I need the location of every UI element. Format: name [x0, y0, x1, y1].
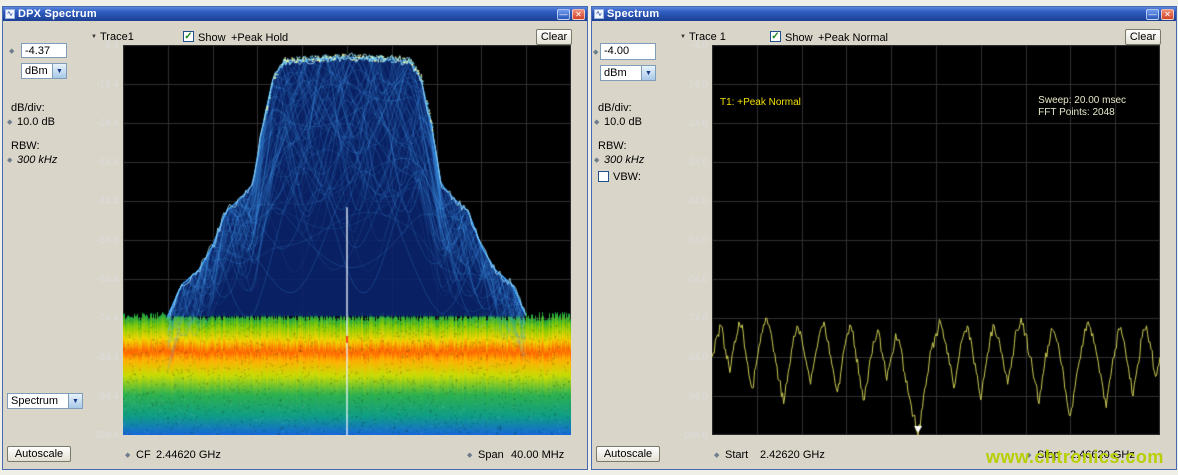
y-axis-label: -104.4 — [91, 430, 119, 441]
y-axis-label: -44.0 — [685, 196, 708, 207]
dpx-titlebar[interactable]: ∿ DPX Spectrum — ✕ — [3, 7, 587, 21]
show-checkbox[interactable]: ✓ — [770, 31, 781, 42]
display-mode-select[interactable]: Spectrum ▼ — [7, 393, 83, 409]
dropdown-arrow-icon: ▼ — [68, 394, 82, 408]
y-axis-label: -34.0 — [685, 157, 708, 168]
anchor-icon: ◆ — [7, 156, 12, 164]
ref-level-field[interactable]: -4.00 — [600, 43, 656, 60]
start-label: Start — [725, 449, 748, 461]
spectrum-titlebar[interactable]: ∿ Spectrum — ✕ — [592, 7, 1176, 21]
rbw-label: RBW: — [598, 140, 627, 152]
desktop: ∿ DPX Spectrum — ✕ ◆ -4.37 dBm ▼ dB/div:… — [0, 0, 1178, 475]
start-value[interactable]: 2.42620 GHz — [760, 449, 825, 461]
show-label: Show — [785, 32, 813, 44]
y-axis-label: -4.4 — [102, 40, 119, 51]
vbw-checkbox[interactable] — [598, 171, 609, 182]
fft-points-text: FFT Points: 2048 — [1038, 107, 1126, 119]
spectrum-window: ∿ Spectrum — ✕ ◆ -4.00 dBm ▼ dB/div: ◆ 1… — [591, 6, 1177, 470]
db-div-label: dB/div: — [11, 102, 45, 114]
anchor-icon: ◆ — [593, 48, 598, 56]
display-mode-value: Spectrum — [8, 395, 68, 407]
y-axis-label: -74.4 — [96, 313, 119, 324]
watermark: www.chtronics.com — [986, 447, 1164, 468]
y-axis-label: -24.4 — [96, 118, 119, 129]
window-title: Spectrum — [607, 8, 659, 20]
dpx-body: ◆ -4.37 dBm ▼ dB/div: ◆ 10.0 dB RBW: ◆ 3… — [3, 21, 587, 469]
cf-value[interactable]: 2.44620 GHz — [156, 449, 221, 461]
spectrum-plot: T1: +Peak Normal Sweep: 20.00 msec FFT P… — [712, 45, 1160, 435]
span-value[interactable]: 40.00 MHz — [511, 449, 564, 461]
db-div-label: dB/div: — [598, 102, 632, 114]
y-axis-label: -74.0 — [685, 313, 708, 324]
dropdown-arrow-icon: ▼ — [641, 66, 655, 80]
autoscale-button[interactable]: Autoscale — [7, 446, 71, 462]
anchor-icon: ◆ — [7, 118, 12, 126]
window-title: DPX Spectrum — [18, 8, 97, 20]
detector-label: +Peak Hold — [231, 32, 288, 44]
minimize-button[interactable]: — — [1146, 9, 1159, 20]
y-axis-label: -64.0 — [685, 274, 708, 285]
anchor-icon: ◆ — [125, 451, 130, 459]
y-axis-label: -34.4 — [96, 157, 119, 168]
trace-info-annotation: T1: +Peak Normal — [720, 97, 801, 108]
trace-selector-arrow-icon[interactable]: ▼ — [680, 34, 686, 40]
ref-level-field[interactable]: -4.37 — [21, 43, 67, 58]
y-axis-label: -14.4 — [96, 79, 119, 90]
y-axis-label: -54.0 — [685, 235, 708, 246]
y-axis-label: -84.0 — [685, 352, 708, 363]
y-axis: -4.4-14.4-24.4-34.4-44.4-54.4-64.4-74.4-… — [87, 45, 121, 437]
span-label: Span — [478, 449, 504, 461]
rbw-label: RBW: — [11, 140, 40, 152]
rbw-value[interactable]: 300 kHz — [17, 154, 57, 166]
close-button[interactable]: ✕ — [1161, 9, 1174, 20]
y-axis-label: -14.0 — [685, 79, 708, 90]
y-axis-label: -94.4 — [96, 391, 119, 402]
minimize-button[interactable]: — — [557, 9, 570, 20]
anchor-icon: ◆ — [594, 118, 599, 126]
unit-value: dBm — [601, 67, 641, 79]
y-axis-label: -94.0 — [685, 391, 708, 402]
clear-button[interactable]: Clear — [536, 29, 572, 45]
y-axis-label: -84.4 — [96, 352, 119, 363]
show-label: Show — [198, 32, 226, 44]
trace-selector-arrow-icon[interactable]: ▼ — [91, 34, 97, 40]
sweep-text: Sweep: 20.00 msec — [1038, 95, 1126, 107]
close-button[interactable]: ✕ — [572, 9, 585, 20]
show-checkbox[interactable]: ✓ — [183, 31, 194, 42]
dpx-plot-canvas[interactable] — [123, 45, 571, 435]
rbw-value[interactable]: 300 kHz — [604, 154, 644, 166]
y-axis: -4.0-14.0-24.0-34.0-44.0-54.0-64.0-74.0-… — [676, 45, 710, 437]
app-icon: ∿ — [594, 9, 604, 19]
db-div-value[interactable]: 10.0 dB — [17, 116, 55, 128]
y-axis-label: -44.4 — [96, 196, 119, 207]
detector-label: +Peak Normal — [818, 32, 888, 44]
y-axis-label: -4.0 — [691, 40, 708, 51]
unit-value: dBm — [22, 65, 52, 77]
check-icon: ✓ — [184, 32, 193, 41]
db-div-value[interactable]: 10.0 dB — [604, 116, 642, 128]
app-icon: ∿ — [5, 9, 15, 19]
check-icon: ✓ — [771, 32, 780, 41]
y-axis-label: -104.0 — [680, 430, 708, 441]
dpx-plot — [123, 45, 571, 435]
sweep-annotation: Sweep: 20.00 msec FFT Points: 2048 — [1038, 95, 1126, 119]
anchor-icon: ◆ — [467, 451, 472, 459]
autoscale-button[interactable]: Autoscale — [596, 446, 660, 462]
unit-select[interactable]: dBm ▼ — [21, 63, 67, 79]
vbw-label: VBW: — [613, 171, 641, 183]
y-axis-label: -24.0 — [685, 118, 708, 129]
anchor-icon: ◆ — [9, 47, 14, 55]
anchor-icon: ◆ — [714, 451, 719, 459]
dpx-spectrum-window: ∿ DPX Spectrum — ✕ ◆ -4.37 dBm ▼ dB/div:… — [2, 6, 588, 470]
unit-select[interactable]: dBm ▼ — [600, 65, 656, 81]
dropdown-arrow-icon: ▼ — [52, 64, 66, 78]
spectrum-body: ◆ -4.00 dBm ▼ dB/div: ◆ 10.0 dB RBW: ◆ 3… — [592, 21, 1176, 469]
cf-label: CF — [136, 449, 151, 461]
y-axis-label: -64.4 — [96, 274, 119, 285]
y-axis-label: -54.4 — [96, 235, 119, 246]
anchor-icon: ◆ — [594, 156, 599, 164]
clear-button[interactable]: Clear — [1125, 29, 1161, 45]
